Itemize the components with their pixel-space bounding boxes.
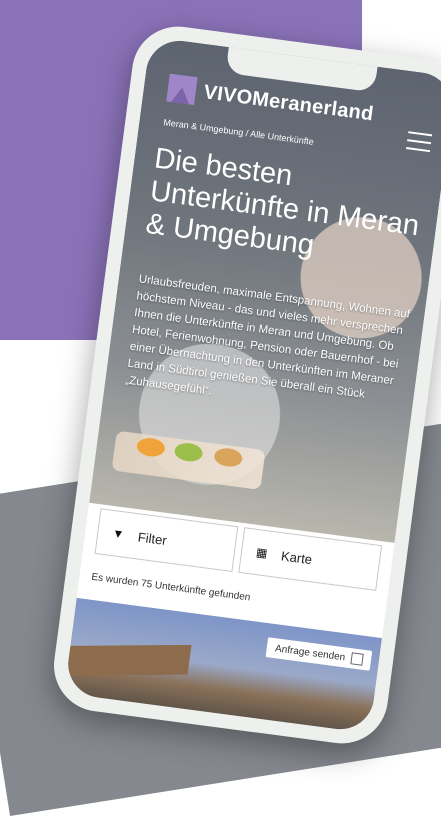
page-title: Die besten Unterkünfte in Meran & Umgebu… [143,142,421,262]
property-card[interactable]: Anfrage senden [64,597,383,734]
hero-section: VIVOMeranerland Meran & Umgebung / Alle … [89,36,441,543]
inquiry-label: Anfrage senden [274,642,346,663]
hero-description: Urlaubsfreuden, maximale Entspannung, Wo… [124,272,411,401]
hamburger-menu-icon[interactable] [406,131,433,153]
property-image-landscape [66,644,192,676]
filter-label: Filter [137,528,168,548]
result-count: Es wurden 75 Unterkünfte gefunden [90,571,251,604]
logo-mountain-icon [166,73,198,105]
map-icon: ▦ [255,544,269,561]
inquiry-button[interactable]: Anfrage senden [265,637,373,671]
breadcrumb[interactable]: Meran & Umgebung / Alle Unterkünfte [163,117,315,147]
map-label: Karte [280,547,314,567]
inquiry-checkbox[interactable] [350,652,364,666]
filter-funnel-icon: ▼ [111,526,126,542]
